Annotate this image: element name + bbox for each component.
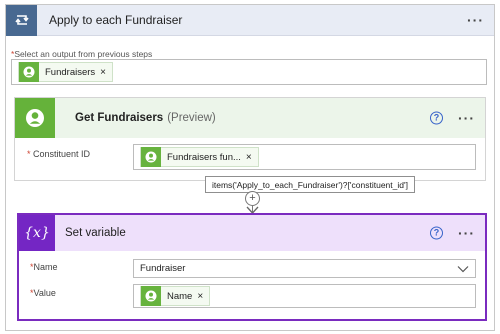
variable-braces-icon: {x}: [19, 215, 55, 251]
constituent-id-label: * Constituent ID: [27, 149, 90, 159]
get-fundraisers-header[interactable]: Get Fundraisers (Preview) ? ···: [15, 98, 485, 138]
preview-tag: (Preview): [167, 112, 216, 124]
required-mark: *: [27, 149, 31, 159]
loop-arrows-icon: [6, 4, 37, 36]
select-output-field[interactable]: Fundraisers ×: [11, 59, 487, 85]
add-step-button[interactable]: +: [245, 191, 260, 206]
name-dropdown-value: Fundraiser: [140, 263, 186, 274]
constituent-id-field[interactable]: Fundraisers fun... ×: [133, 144, 476, 170]
question-circle-icon[interactable]: ?: [430, 226, 443, 240]
token-remove-button[interactable]: ×: [197, 291, 203, 302]
get-fundraisers-title: Get Fundraisers: [75, 112, 164, 124]
token-remove-button[interactable]: ×: [100, 67, 106, 78]
name-dropdown[interactable]: Fundraiser: [133, 259, 476, 278]
fund-more-options-button[interactable]: ···: [458, 110, 475, 126]
name-label-text: Name: [33, 262, 58, 272]
select-output-label: *Select an output from previous steps: [11, 49, 152, 59]
question-circle-icon[interactable]: ?: [430, 111, 443, 125]
set-variable-header[interactable]: {x} Set variable ? ···: [19, 215, 485, 251]
select-output-label-text: Select an output from previous steps: [14, 49, 153, 59]
value-label: *Value: [30, 288, 56, 298]
chevron-down-icon[interactable]: [457, 265, 469, 272]
loop-more-options-button[interactable]: ···: [467, 12, 484, 28]
name-token[interactable]: Name ×: [140, 286, 211, 306]
fundraisers-fun-token[interactable]: Fundraisers fun... ×: [140, 147, 259, 167]
person-badge-icon: [141, 147, 161, 167]
expression-tooltip: items('Apply_to_each_Fundraiser')?['cons…: [205, 176, 415, 193]
person-badge-icon: [19, 62, 39, 82]
apply-to-each-title: Apply to each Fundraiser: [49, 13, 183, 27]
value-label-text: Value: [33, 288, 56, 298]
fundraisers-token[interactable]: Fundraisers ×: [18, 62, 114, 82]
token-remove-button[interactable]: ×: [246, 152, 252, 163]
var-more-options-button[interactable]: ···: [458, 225, 475, 241]
name-label: *Name: [30, 262, 58, 272]
token-label: Name: [167, 290, 193, 302]
person-badge-icon: [141, 286, 161, 306]
person-badge-icon: [15, 98, 55, 138]
constituent-id-label-text: Constituent ID: [33, 149, 91, 159]
token-label: Fundraisers fun...: [167, 151, 241, 163]
value-field[interactable]: Name ×: [133, 284, 476, 308]
apply-to-each-header[interactable]: Apply to each Fundraiser ···: [6, 4, 494, 36]
set-variable-title: Set variable: [65, 227, 126, 239]
token-label: Fundraisers: [45, 66, 96, 78]
